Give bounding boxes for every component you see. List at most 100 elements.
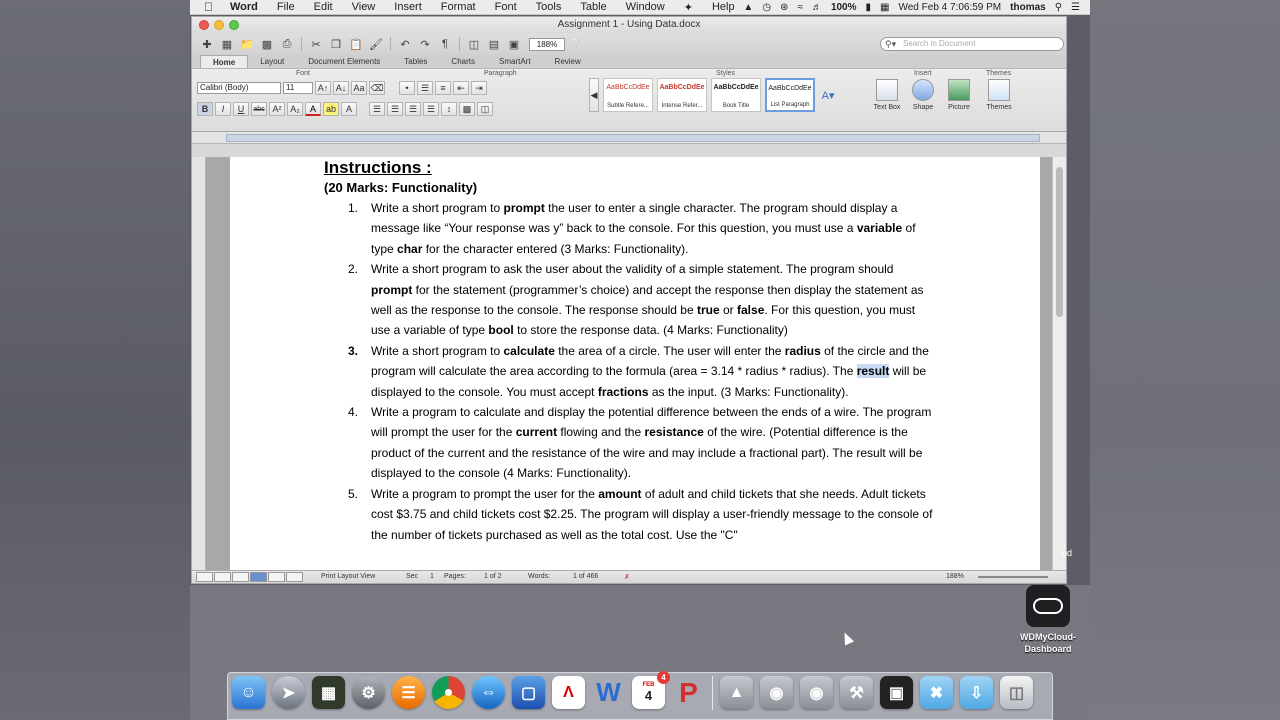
line-spacing-icon[interactable]: ↕ xyxy=(441,102,457,116)
adobe-icon[interactable]: ▲ xyxy=(743,2,753,13)
horizontal-ruler[interactable] xyxy=(192,132,1066,144)
picture-button[interactable]: Picture xyxy=(942,79,976,111)
menu-format[interactable]: Format xyxy=(441,1,476,13)
acrobat-icon[interactable]: Λ xyxy=(552,676,585,709)
paste-icon[interactable]: 📋 xyxy=(347,36,365,52)
help-icon[interactable]: ❔ xyxy=(567,36,585,52)
new-document-icon[interactable]: ✚ xyxy=(198,36,216,52)
bold-button[interactable]: B xyxy=(197,102,213,116)
numbering-icon[interactable]: ☰ xyxy=(417,81,433,95)
view-icon[interactable]: ◫ xyxy=(465,36,483,52)
save-icon[interactable]: ▩ xyxy=(258,36,276,52)
focus-view-button[interactable] xyxy=(286,572,303,582)
volume-icon[interactable]: ♬ xyxy=(812,2,822,13)
time-machine-icon[interactable]: ◷ xyxy=(762,2,771,13)
menu-file[interactable]: File xyxy=(277,1,295,13)
tab-charts[interactable]: Charts xyxy=(439,55,487,68)
undo-icon[interactable]: ↶ xyxy=(396,36,414,52)
vertical-ruler[interactable] xyxy=(192,157,206,570)
input-menu-icon[interactable]: ▦ xyxy=(880,2,889,13)
camera-folder-icon[interactable]: ◉ xyxy=(800,676,833,709)
tab-layout[interactable]: Layout xyxy=(248,55,296,68)
publishing-view-button[interactable] xyxy=(232,572,249,582)
menu-view[interactable]: View xyxy=(352,1,376,13)
menu-window[interactable]: Window xyxy=(626,1,665,13)
applications-folder-icon[interactable]: ▲ xyxy=(720,676,753,709)
calendar-icon[interactable]: FEB 4 4 xyxy=(632,671,670,709)
bluetooth-icon[interactable]: ⊛ xyxy=(780,2,788,13)
zoom-field[interactable]: 188% xyxy=(529,37,565,51)
show-formatting-icon[interactable]: ¶ xyxy=(436,36,454,52)
style-list-paragraph[interactable]: AaBbCcDdEe List Paragraph xyxy=(765,78,815,112)
format-painter-icon[interactable]: 🖌 xyxy=(367,36,385,52)
scrollbar-thumb[interactable] xyxy=(1056,167,1063,317)
text-effects-icon[interactable]: A xyxy=(341,102,357,116)
dark-folder-icon[interactable]: ▣ xyxy=(880,676,913,709)
wdmycloud-label[interactable]: WDMyCloud- Dashboard xyxy=(1008,631,1088,655)
media-browser-icon[interactable]: ▣ xyxy=(505,36,523,52)
tab-document-elements[interactable]: Document Elements xyxy=(296,55,392,68)
borders-icon[interactable]: ◫ xyxy=(477,102,493,116)
text-box-button[interactable]: Text Box xyxy=(870,79,904,111)
superscript-button[interactable]: A² xyxy=(269,102,285,116)
decrease-indent-icon[interactable]: ⇤ xyxy=(453,81,469,95)
style-subtle-reference[interactable]: AaBbCcDdEe Subtle Refere... xyxy=(603,78,653,112)
network-folder-icon[interactable]: ◉ xyxy=(760,676,793,709)
menu-app-name[interactable]: Word xyxy=(230,1,258,13)
wifi-icon[interactable]: ≈ xyxy=(797,2,803,13)
style-intense-reference[interactable]: AaBbCcDdEe Intense Refer... xyxy=(657,78,707,112)
shading-icon[interactable]: ▩ xyxy=(459,102,475,116)
tools-folder-icon[interactable]: ⚒ xyxy=(840,676,873,709)
shrink-font-icon[interactable]: A↓ xyxy=(333,81,349,95)
tab-tables[interactable]: Tables xyxy=(392,55,439,68)
spotlight-icon[interactable]: ⚲ xyxy=(1055,2,1062,13)
parallels-icon[interactable]: P xyxy=(672,676,705,709)
cut-icon[interactable]: ✂ xyxy=(307,36,325,52)
vertical-scrollbar[interactable] xyxy=(1052,157,1066,570)
strikethrough-button[interactable]: abc xyxy=(251,102,267,116)
trash-icon[interactable]: ◫ xyxy=(1000,676,1033,709)
styles-pane-icon[interactable]: A▾ xyxy=(819,78,837,112)
user-name[interactable]: thomas xyxy=(1010,2,1046,13)
justify-icon[interactable]: ☰ xyxy=(423,102,439,116)
battery-percent[interactable]: 100% xyxy=(831,2,857,13)
increase-indent-icon[interactable]: ⇥ xyxy=(471,81,487,95)
outline-view-button[interactable] xyxy=(214,572,231,582)
styles-prev-icon[interactable]: ◀ xyxy=(589,78,599,112)
chrome-icon[interactable]: ● xyxy=(432,676,465,709)
clock[interactable]: Wed Feb 4 7:06:59 PM xyxy=(898,2,1001,13)
script-menu-icon[interactable]: ✦ xyxy=(684,1,693,14)
font-color-icon[interactable]: A xyxy=(305,102,321,116)
system-preferences-icon[interactable]: ⚙ xyxy=(352,676,385,709)
multilevel-list-icon[interactable]: ≡ xyxy=(435,81,451,95)
tab-home[interactable]: Home xyxy=(200,55,249,68)
sidebar-icon[interactable]: ▤ xyxy=(485,36,503,52)
zoom-slider[interactable] xyxy=(978,576,1048,578)
change-case-icon[interactable]: Aa xyxy=(351,81,367,95)
apple-menu-icon[interactable]:  xyxy=(204,0,218,14)
launchpad-icon[interactable]: ➤ xyxy=(272,676,305,709)
finder-icon[interactable]: ☺ xyxy=(232,676,265,709)
menu-edit[interactable]: Edit xyxy=(314,1,333,13)
open-icon[interactable]: 📁 xyxy=(238,36,256,52)
shape-button[interactable]: Shape xyxy=(906,79,940,111)
bullets-icon[interactable]: • xyxy=(399,81,415,95)
tab-smartart[interactable]: SmartArt xyxy=(487,55,543,68)
style-book-title[interactable]: AaBbCcDdEe Book Title xyxy=(711,78,761,112)
menu-tools[interactable]: Tools xyxy=(536,1,562,13)
document-page[interactable]: Instructions : (20 Marks: Functionality)… xyxy=(230,157,1040,570)
word-icon[interactable]: W xyxy=(592,676,625,709)
print-layout-view-button[interactable] xyxy=(250,572,267,582)
search-input[interactable]: ⚲▾ Search in Document xyxy=(880,37,1064,51)
grow-font-icon[interactable]: A↑ xyxy=(315,81,331,95)
ibooks-icon[interactable]: ☰ xyxy=(392,676,425,709)
notebook-view-button[interactable] xyxy=(268,572,285,582)
themes-button[interactable]: Themes xyxy=(982,79,1016,111)
document-content[interactable]: Instructions : (20 Marks: Functionality)… xyxy=(324,157,944,545)
menu-table[interactable]: Table xyxy=(580,1,606,13)
align-center-icon[interactable]: ☰ xyxy=(387,102,403,116)
spelling-check-icon[interactable]: ✗ xyxy=(624,573,630,581)
title-bar[interactable]: Assignment 1 - Using Data.docx xyxy=(192,17,1066,33)
underline-button[interactable]: U xyxy=(233,102,249,116)
templates-icon[interactable]: ▦ xyxy=(218,36,236,52)
